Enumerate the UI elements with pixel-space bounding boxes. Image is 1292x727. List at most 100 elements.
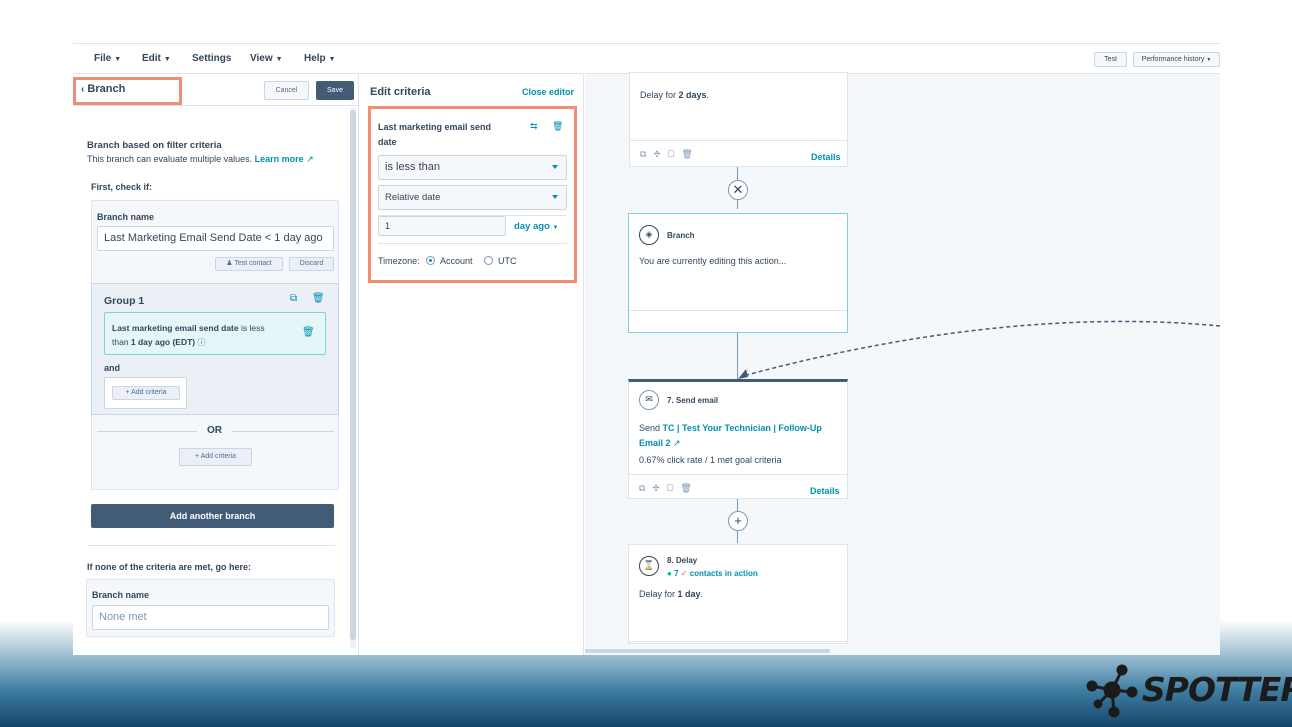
trash-icon[interactable]: 🗑: [302, 327, 315, 338]
scrollbar-thumb[interactable]: [350, 110, 356, 640]
add-criteria-or-button[interactable]: + Add criteria: [179, 448, 252, 466]
unit-dropdown[interactable]: day ago ▼: [514, 221, 559, 232]
delay-contacts-label: contacts in action: [689, 569, 758, 578]
discard-button[interactable]: Discard: [289, 257, 334, 271]
none-met-input[interactable]: None met: [92, 605, 329, 630]
trash-icon[interactable]: 🗑: [552, 121, 563, 132]
details-link[interactable]: Details: [811, 152, 841, 162]
and-label: and: [104, 363, 121, 373]
menu-view-label: View: [250, 53, 273, 64]
clone-icon[interactable]: ⧉: [640, 149, 653, 159]
delay-text: Delay for 1 day.: [639, 589, 703, 599]
clone-icon[interactable]: ⧉: [639, 483, 652, 493]
menu-edit[interactable]: Edit ▼: [142, 53, 171, 64]
add-another-branch-button[interactable]: Add another branch: [91, 504, 334, 528]
copy-icon[interactable]: ▢: [668, 149, 682, 159]
menu-file[interactable]: File ▼: [94, 53, 121, 64]
scrollbar[interactable]: [350, 108, 356, 648]
card-toolbar: ⧉✥▢🗑: [639, 483, 699, 494]
test-contact-label: Test contact: [234, 260, 272, 267]
email-link[interactable]: TC | Test Your Technician | Follow-Up: [663, 423, 822, 433]
spotter-logo: SPOTTER: [1084, 662, 1292, 720]
delay-card-title: 8. Delay: [667, 556, 698, 565]
menu-view[interactable]: View ▼: [250, 53, 283, 64]
delay-card[interactable]: ⌛ 8. Delay ● 7 ✓ contacts in action Dela…: [628, 544, 848, 644]
menu-help[interactable]: Help ▼: [304, 53, 336, 64]
delay-suffix: .: [700, 589, 704, 599]
divider: [378, 243, 567, 244]
add-criteria-label: Add criteria: [131, 389, 167, 396]
save-button[interactable]: Save: [316, 81, 354, 100]
or-divider-right: [232, 431, 334, 432]
trash-icon[interactable]: 🗑: [312, 293, 325, 304]
branch-box: Branch name Last Marketing Email Send Da…: [91, 200, 339, 490]
caret-down-icon: [552, 164, 558, 169]
none-met-heading: If none of the criteria are met, go here…: [87, 562, 252, 572]
group-title: Group 1: [104, 295, 145, 307]
card-divider: [629, 310, 847, 311]
clone-icon[interactable]: ⧉: [290, 293, 297, 304]
delay-top-value: 2 days: [678, 90, 707, 100]
workflow-editor: File ▼ Edit ▼ Settings View ▼ Help ▼ Test Pe…: [73, 43, 1220, 655]
send-email-stats: 0.67% click rate / 1 met goal criteria: [639, 455, 782, 465]
operator-value: is less than: [385, 161, 441, 173]
branch-description-text: This branch can evaluate multiple values…: [87, 154, 253, 164]
close-icon[interactable]: ✕: [728, 180, 748, 200]
delay-contacts[interactable]: ● 7 ✓ contacts in action: [667, 569, 758, 578]
hourglass-icon: ⌛: [639, 556, 659, 576]
send-email-card[interactable]: ✉ 7. Send email Send TC | Test Your Tech…: [628, 379, 848, 499]
delay-prefix: Delay for: [639, 589, 678, 599]
add-criteria-container: + Add criteria: [104, 377, 187, 409]
menu-help-label: Help: [304, 53, 326, 64]
details-link[interactable]: Details: [810, 486, 840, 496]
move-icon[interactable]: ✥: [653, 149, 667, 159]
delay-top-text: Delay for 2 days.: [640, 90, 709, 100]
plus-icon[interactable]: +: [728, 511, 748, 531]
criteria-text: Last marketing email send date is less t…: [112, 321, 302, 350]
group-1: Group 1 ⧉ 🗑 Last marketing email send da…: [91, 283, 339, 415]
performance-history-button[interactable]: Performance history ▼: [1133, 52, 1220, 67]
trash-icon[interactable]: 🗑: [680, 483, 698, 493]
send-prefix: Send: [639, 423, 663, 433]
delay-card-top[interactable]: Delay for 2 days. ⧉✥▢🗑 Details: [629, 72, 848, 167]
menu-settings[interactable]: Settings: [192, 53, 231, 64]
criteria-card[interactable]: Last marketing email send date is less t…: [104, 312, 326, 355]
cancel-button[interactable]: Cancel: [264, 81, 309, 100]
menu-bar: File ▼ Edit ▼ Settings View ▼ Help ▼ Test Pe…: [73, 44, 1220, 74]
plus-icon: +: [125, 389, 130, 396]
chevron-down-icon: ▼: [1206, 57, 1212, 63]
caret-down-icon: [552, 194, 558, 199]
test-button[interactable]: Test: [1094, 52, 1127, 67]
branch-panel: ‹ Branch Cancel Save Branch based on fil…: [73, 74, 359, 655]
trash-icon[interactable]: 🗑: [681, 149, 699, 159]
number-input[interactable]: 1: [378, 216, 506, 236]
back-to-branch-link[interactable]: ‹ Branch: [81, 83, 125, 95]
back-label: Branch: [87, 83, 126, 95]
branch-name-input[interactable]: Last Marketing Email Send Date < 1 day a…: [97, 226, 334, 251]
radio-utc[interactable]: [484, 256, 493, 265]
refresh-icon[interactable]: ⇆: [530, 121, 538, 132]
or-divider-left: [97, 431, 197, 432]
chevron-left-icon: ‹: [81, 84, 85, 95]
email-link-2[interactable]: Email 2: [639, 438, 671, 448]
branch-icon: ◈: [639, 225, 659, 245]
copy-icon[interactable]: ▢: [667, 483, 681, 493]
menu-file-label: File: [94, 53, 112, 64]
send-email-title: 7. Send email: [667, 396, 719, 405]
learn-more-link[interactable]: Learn more ↗: [255, 154, 314, 164]
edit-criteria-panel: Edit criteria Close editor Last marketin…: [360, 74, 584, 655]
close-editor-link[interactable]: Close editor: [522, 87, 574, 97]
person-icon: ♟: [226, 260, 233, 267]
move-icon[interactable]: ✥: [652, 483, 666, 493]
spotter-logo-icon: [1086, 664, 1138, 718]
operator-select[interactable]: is less than: [378, 155, 567, 180]
branch-card[interactable]: ◈ Branch You are currently editing this …: [628, 213, 848, 333]
workflow-canvas[interactable]: ✕ + Delay for 2 days. ⧉✥▢🗑 Details ◈ Bra…: [585, 72, 1220, 655]
radio-account[interactable]: [426, 256, 435, 265]
horizontal-scrollbar[interactable]: [585, 649, 830, 653]
card-toolbar: ⧉✥▢🗑: [640, 149, 700, 160]
add-criteria-button[interactable]: + Add criteria: [112, 386, 180, 400]
delay-value: 1 day: [677, 589, 701, 599]
date-type-select[interactable]: Relative date: [378, 185, 567, 210]
test-contact-button[interactable]: ♟ Test contact: [215, 257, 283, 271]
